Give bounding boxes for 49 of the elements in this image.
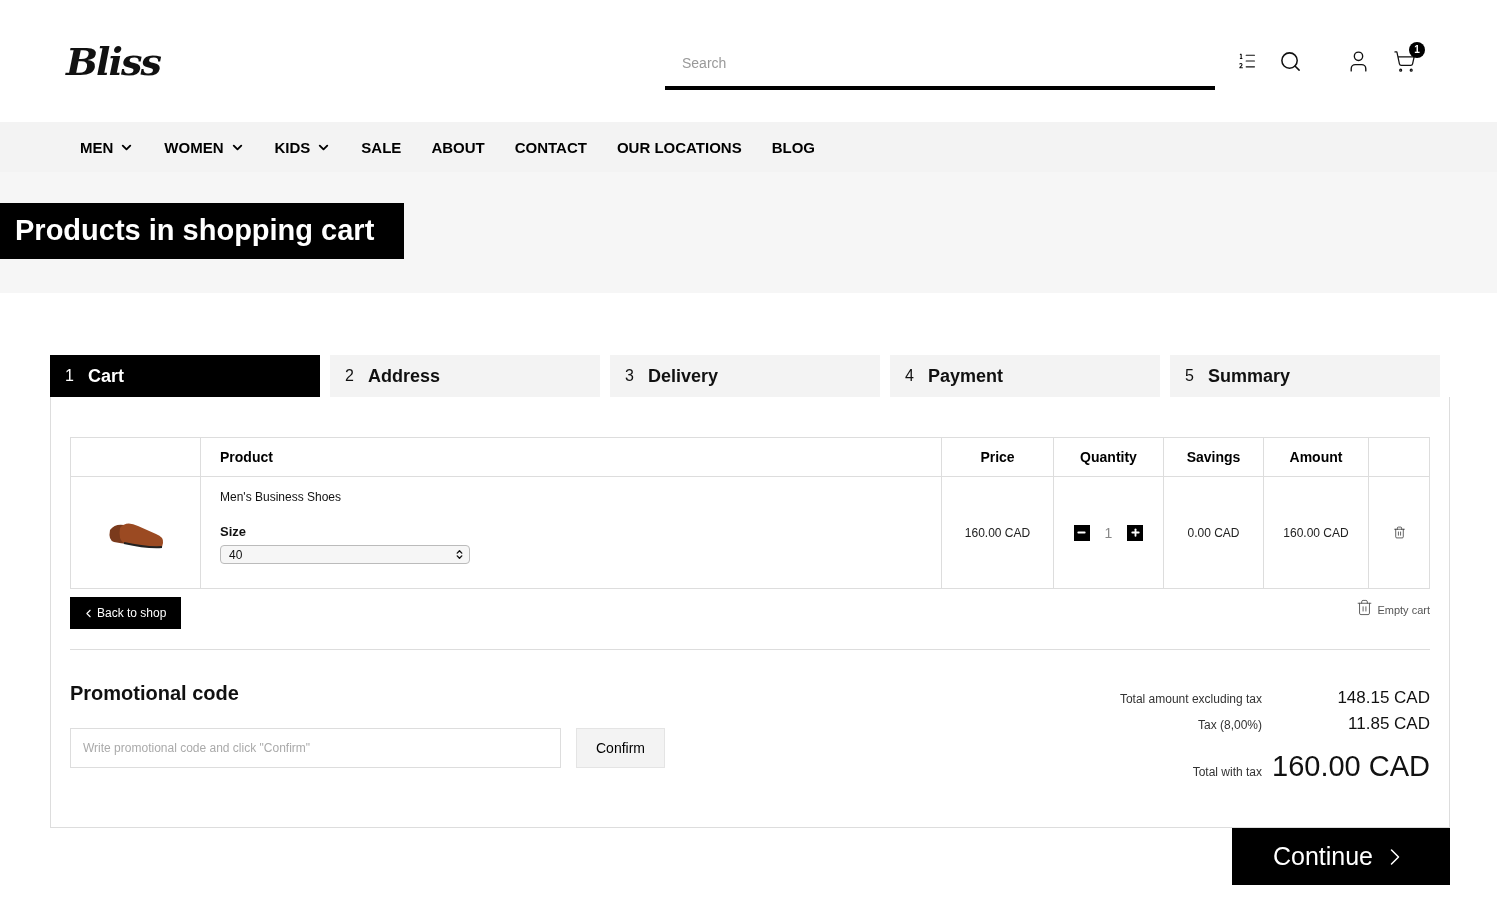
table-header-cell: Price [942,438,1054,477]
table-header-cell: Quantity [1054,438,1164,477]
table-cell: 160.00 CAD [942,477,1054,589]
back-to-shop-button[interactable]: Back to shop [70,597,182,629]
checkout-step-tab[interactable]: 1 Cart [50,355,320,397]
decrease-button[interactable] [1073,524,1090,541]
nav-link[interactable]: WOMEN [164,138,245,156]
total-value: 11.85 CAD [1348,714,1430,734]
table-header-cell: Amount [1264,438,1369,477]
table-header-cell: Savings [1164,438,1264,477]
delete-icon[interactable] [1392,526,1406,539]
cart-count-badge: 1 [1409,41,1425,58]
trash-icon [1356,599,1374,616]
empty-cart-link[interactable]: Empty cart [1356,599,1430,616]
plus-icon [1129,527,1141,538]
checkout-step-tab[interactable]: 5 Summary [1170,355,1440,397]
page-title: Products in shopping cart [0,203,405,259]
search-icon[interactable] [1279,49,1302,73]
total-value: 160.00 CAD [1272,750,1430,783]
nav-link[interactable]: OUR LOCATIONS [616,138,742,156]
nav-link[interactable]: SALE [361,138,402,156]
numbered-list-icon[interactable] [1237,51,1257,71]
nav-link[interactable]: BLOG [771,138,815,156]
nav-link[interactable]: CONTACT [514,138,587,156]
increase-button[interactable] [1127,524,1144,541]
size-label: Size [220,524,247,539]
size-select[interactable]: 40 [220,545,470,564]
logo[interactable]: Bliss [66,38,665,84]
promo-title: Promotional code [70,682,240,705]
up-down-arrows-icon [454,549,465,560]
checkout-step-tab[interactable]: 4 Payment [890,355,1160,397]
promo-code-field[interactable]: Write promotional code and click "Confirm" [70,728,561,768]
table-cell: 0.00 CAD [1164,477,1264,589]
confirm-button[interactable]: Confirm [576,728,665,768]
checkout-step-tab[interactable]: 3 Delivery [610,355,880,397]
table-cell: 160.00 CAD [1264,477,1369,589]
total-label: Total amount excluding tax [1119,692,1262,706]
product-name: Men's Business Shoes [220,490,343,504]
total-value: 148.15 CAD [1337,688,1430,708]
nav-link[interactable]: ABOUT [431,138,485,156]
continue-button[interactable]: Continue [1232,828,1450,885]
table-header-cell: Product [201,438,942,477]
nav-link[interactable]: KIDS [274,138,332,156]
total-label: Total with tax [1192,765,1262,779]
cart-icon[interactable] [1393,49,1416,73]
quantity-value: 1 [1104,524,1113,541]
checkout-step-tab[interactable]: 2 Address [330,355,600,397]
total-label: Tax (8,00%) [1197,718,1262,732]
nav-link[interactable]: MEN [80,138,135,156]
